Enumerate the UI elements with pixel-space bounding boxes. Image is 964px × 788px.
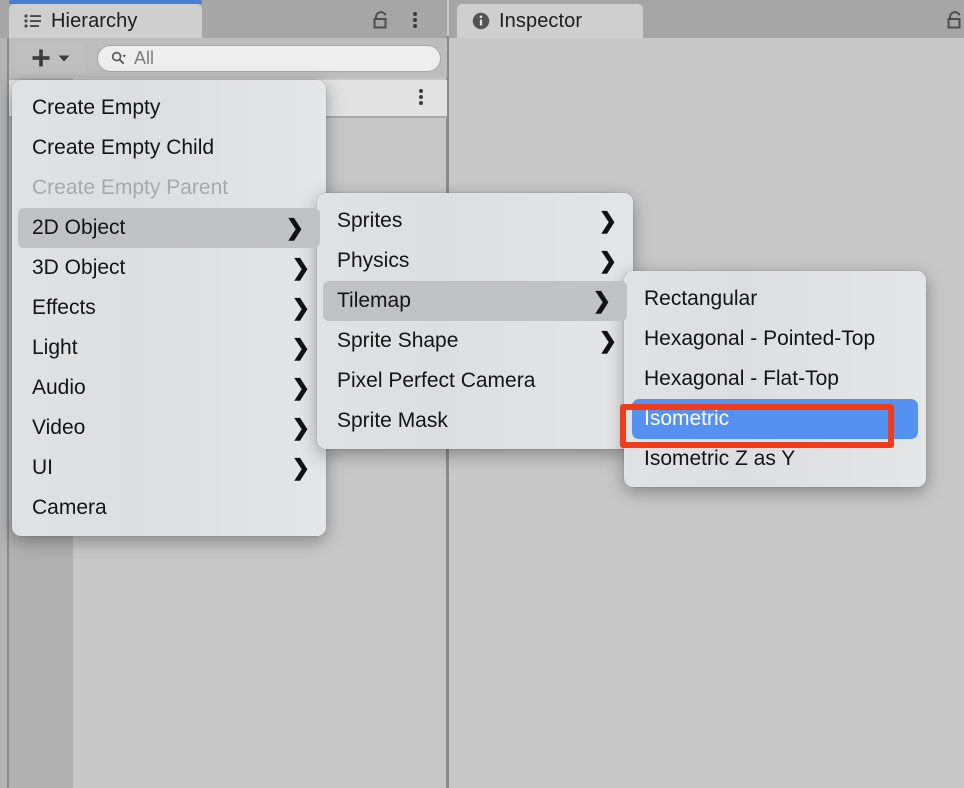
- kebab-dot: [413, 18, 417, 22]
- lock-icon-hierarchy[interactable]: [370, 9, 392, 31]
- kebab-dot: [413, 24, 417, 28]
- menu-item-label: Audio: [32, 376, 86, 399]
- search-magnifier-icon: [111, 51, 127, 65]
- menu-item-2d-object-4[interactable]: Pixel Perfect Camera: [317, 361, 633, 401]
- menu-item-label: Sprite Mask: [337, 409, 448, 432]
- menu-item-label: Isometric: [644, 407, 730, 430]
- chevron-down-icon: [58, 55, 69, 62]
- menu-item-label: 3D Object: [32, 256, 126, 279]
- menu-item-tilemap-3[interactable]: Isometric: [632, 399, 918, 439]
- menu-item-create-5[interactable]: Effects ❯: [12, 288, 326, 328]
- hierarchy-toolbar: All: [9, 38, 447, 78]
- kebab-dot: [419, 95, 423, 99]
- menu-item-create-7[interactable]: Audio ❯: [12, 368, 326, 408]
- submenu-chevron-right-icon: ❯: [592, 288, 611, 313]
- kebab-dot: [413, 12, 417, 16]
- menu-item-create-10[interactable]: Camera: [12, 488, 326, 528]
- menu-item-label: Sprite Shape: [337, 329, 459, 352]
- kebab-dot: [419, 89, 423, 93]
- lock-icon-inspector[interactable]: [944, 9, 964, 31]
- menu-item-tilemap-2[interactable]: Hexagonal - Flat-Top: [624, 359, 926, 399]
- submenu-chevron-right-icon: ❯: [291, 335, 310, 360]
- menu-item-label: Camera: [32, 496, 107, 519]
- menu-item-label: Sprites: [337, 209, 403, 232]
- info-circle-icon: [471, 11, 491, 31]
- menu-item-tilemap-1[interactable]: Hexagonal - Pointed-Top: [624, 319, 926, 359]
- menu-item-label: Hexagonal - Pointed-Top: [644, 327, 876, 350]
- menu-item-2d-object-2[interactable]: Tilemap ❯: [323, 281, 627, 321]
- menu-item-label: Isometric Z as Y: [644, 447, 796, 470]
- submenu-chevron-right-icon: ❯: [598, 248, 617, 273]
- hierarchy-options-kebab-icon[interactable]: [406, 7, 424, 33]
- menu-item-create-2: Create Empty Parent: [12, 168, 326, 208]
- menu-item-label: UI: [32, 456, 53, 479]
- menu-item-label: Tilemap: [337, 289, 411, 312]
- inspector-tabstrip: Inspector: [449, 0, 964, 38]
- menu-item-label: Create Empty: [32, 96, 161, 119]
- menu-item-tilemap-0[interactable]: Rectangular: [624, 279, 926, 319]
- menu-item-2d-object-0[interactable]: Sprites ❯: [317, 201, 633, 241]
- submenu-chevron-right-icon: ❯: [291, 295, 310, 320]
- tab-inspector[interactable]: Inspector: [457, 4, 643, 38]
- hierarchy-secondary-kebab-icon[interactable]: [413, 87, 429, 111]
- add-gameobject-button[interactable]: [15, 42, 85, 74]
- menu-item-label: Physics: [337, 249, 410, 272]
- tab-inspector-label: Inspector: [499, 9, 583, 32]
- editor-window: Hierarchy Inspector All Create Empty Cre…: [0, 0, 964, 788]
- menu-item-2d-object-1[interactable]: Physics ❯: [317, 241, 633, 281]
- context-menu-2d-object[interactable]: Sprites ❯ Physics ❯ Tilemap ❯ Sprite Shape ❯ Pix…: [317, 193, 633, 449]
- submenu-chevron-right-icon: ❯: [291, 255, 310, 280]
- menu-item-label: Pixel Perfect Camera: [337, 369, 536, 392]
- menu-item-create-4[interactable]: 3D Object ❯: [12, 248, 326, 288]
- menu-item-label: Hexagonal - Flat-Top: [644, 367, 839, 390]
- search-input-placeholder: All: [134, 48, 155, 68]
- submenu-chevron-right-icon: ❯: [598, 328, 617, 353]
- hierarchy-list-icon: [23, 11, 43, 31]
- menu-item-tilemap-4[interactable]: Isometric Z as Y: [624, 439, 926, 479]
- menu-item-label: Video: [32, 416, 86, 439]
- submenu-chevron-right-icon: ❯: [598, 208, 617, 233]
- tab-hierarchy[interactable]: Hierarchy: [9, 0, 202, 38]
- search-input[interactable]: All: [97, 45, 441, 72]
- context-menu-tilemap[interactable]: Rectangular Hexagonal - Pointed-Top Hexago…: [624, 271, 926, 487]
- plus-icon: [32, 49, 49, 67]
- menu-item-2d-object-3[interactable]: Sprite Shape ❯: [317, 321, 633, 361]
- menu-item-create-0[interactable]: Create Empty: [12, 88, 326, 128]
- menu-item-create-8[interactable]: Video ❯: [12, 408, 326, 448]
- hierarchy-tabstrip: Hierarchy: [0, 0, 447, 38]
- menu-item-label: Rectangular: [644, 287, 758, 310]
- submenu-chevron-right-icon: ❯: [285, 215, 304, 240]
- menu-item-create-1[interactable]: Create Empty Child: [12, 128, 326, 168]
- kebab-dot: [419, 101, 423, 105]
- menu-item-label: 2D Object: [32, 216, 126, 239]
- menu-item-label: Create Empty Parent: [32, 176, 229, 199]
- menu-item-create-3[interactable]: 2D Object ❯: [18, 208, 320, 248]
- menu-item-create-6[interactable]: Light ❯: [12, 328, 326, 368]
- context-menu-create[interactable]: Create Empty Create Empty Child Create Emp…: [12, 80, 326, 536]
- tab-hierarchy-label: Hierarchy: [51, 9, 138, 32]
- submenu-chevron-right-icon: ❯: [291, 375, 310, 400]
- menu-item-create-9[interactable]: UI ❯: [12, 448, 326, 488]
- submenu-chevron-right-icon: ❯: [291, 415, 310, 440]
- menu-item-2d-object-5[interactable]: Sprite Mask: [317, 401, 633, 441]
- menu-item-label: Light: [32, 336, 78, 359]
- menu-item-label: Create Empty Child: [32, 136, 215, 159]
- submenu-chevron-right-icon: ❯: [291, 455, 310, 480]
- menu-item-label: Effects: [32, 296, 96, 319]
